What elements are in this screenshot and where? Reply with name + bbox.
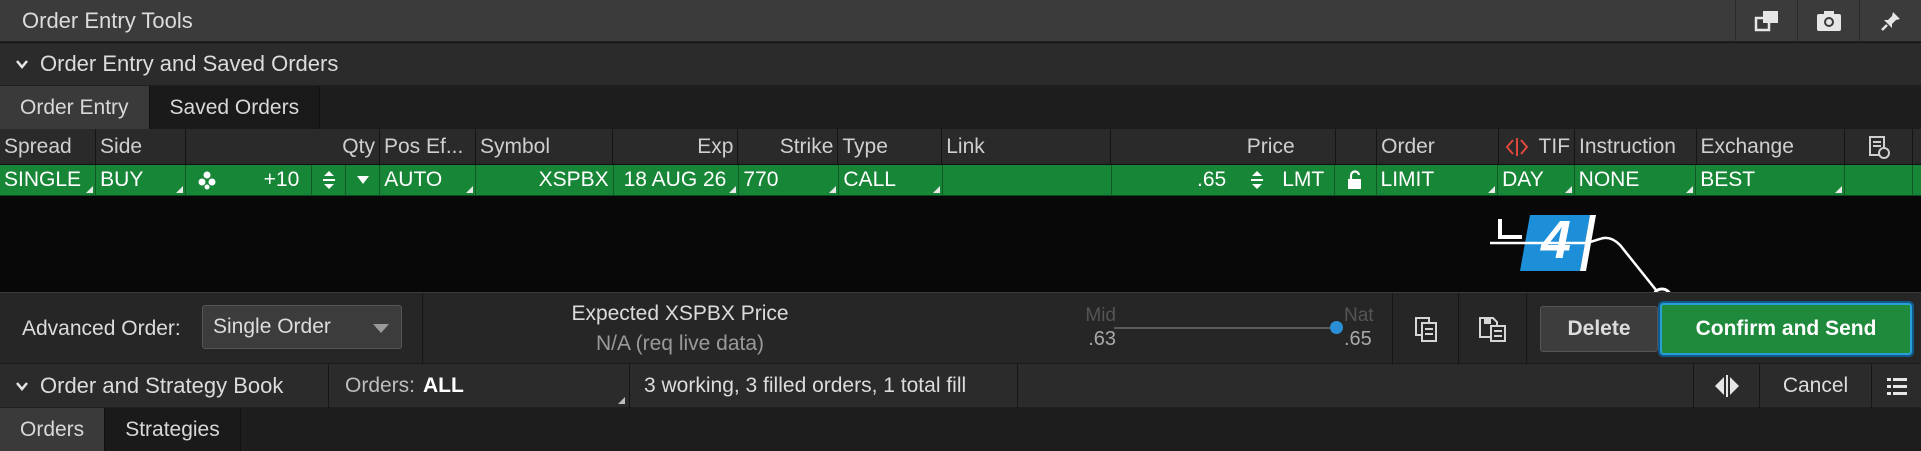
col-tif-label: TIF bbox=[1538, 134, 1571, 158]
cell-order[interactable]: LIMIT bbox=[1376, 165, 1499, 195]
qty-presets-icon[interactable] bbox=[186, 170, 228, 190]
order-entry-section-header[interactable]: Order Entry and Saved Orders bbox=[0, 43, 1921, 86]
pin-icon[interactable] bbox=[1859, 0, 1921, 42]
dropdown-corner-icon bbox=[618, 396, 625, 404]
mid-nat-slider-handle[interactable] bbox=[1330, 321, 1343, 334]
order-entry-tabs: Order Entry Saved Orders bbox=[0, 86, 1921, 129]
qty-stepper-icon[interactable] bbox=[311, 165, 345, 195]
detach-icon[interactable] bbox=[1735, 0, 1797, 42]
mid-price-block: Mid .63 bbox=[1056, 305, 1116, 351]
cancel-button[interactable]: Cancel bbox=[1759, 363, 1871, 408]
split-view-icon[interactable] bbox=[1693, 363, 1759, 408]
col-spread[interactable]: Spread bbox=[0, 129, 97, 164]
delete-button[interactable]: Delete bbox=[1540, 306, 1658, 352]
order-row[interactable]: SINGLE BUY +10 AUTO XSPBX 18 AUG 26 770 … bbox=[0, 165, 1921, 196]
mid-label: Mid bbox=[1085, 305, 1116, 326]
advanced-order-label: Advanced Order: bbox=[22, 317, 181, 340]
save-order-icon[interactable] bbox=[1458, 293, 1524, 365]
order-book-tabs: Orders Strategies bbox=[0, 408, 1921, 451]
step-number: 4 bbox=[1540, 210, 1572, 270]
tab-orders[interactable]: Orders bbox=[0, 408, 106, 451]
mid-nat-slider-track[interactable] bbox=[1114, 327, 1338, 329]
order-toolbar: Advanced Order: Single Order Expected XS… bbox=[0, 292, 1921, 365]
confirm-and-send-button[interactable]: Confirm and Send bbox=[1658, 301, 1914, 357]
cell-spread[interactable]: SINGLE bbox=[0, 165, 97, 195]
col-price[interactable]: Price bbox=[1111, 129, 1336, 164]
nat-label: Nat bbox=[1344, 305, 1374, 326]
cell-price[interactable]: .65 LMT bbox=[1111, 165, 1336, 195]
tab-strategies[interactable]: Strategies bbox=[105, 408, 241, 451]
col-tif[interactable]: TIF bbox=[1499, 129, 1576, 164]
cell-qty[interactable]: +10 bbox=[186, 165, 381, 195]
col-qty[interactable]: Qty bbox=[186, 129, 380, 164]
orders-filter-label: Orders: bbox=[345, 373, 416, 397]
col-link[interactable]: Link bbox=[942, 129, 1111, 164]
col-lock bbox=[1336, 129, 1378, 164]
orders-filter[interactable]: Orders: ALL bbox=[329, 364, 629, 408]
split-icon bbox=[1505, 137, 1528, 156]
qty-value[interactable]: +10 bbox=[228, 168, 311, 192]
price-type[interactable]: LMT bbox=[1274, 168, 1334, 192]
chevron-down-icon bbox=[373, 324, 389, 333]
cell-type[interactable]: CALL bbox=[839, 165, 944, 195]
section-label: Order Entry and Saved Orders bbox=[40, 51, 339, 76]
order-book-section-header: Order and Strategy Book Orders: ALL 3 wo… bbox=[0, 363, 1921, 408]
order-grid-header: Spread Side Qty Pos Ef... Symbol Exp Str… bbox=[0, 129, 1921, 165]
menu-list-icon[interactable] bbox=[1871, 363, 1921, 408]
col-type[interactable]: Type bbox=[838, 129, 943, 164]
col-instruction[interactable]: Instruction bbox=[1575, 129, 1697, 164]
price-stepper-icon[interactable] bbox=[1240, 165, 1274, 195]
col-exp[interactable]: Exp bbox=[613, 129, 739, 164]
customize-columns-icon[interactable] bbox=[1845, 129, 1913, 164]
cell-instruction[interactable]: NONE bbox=[1574, 165, 1697, 195]
expected-price-title: Expected XSPBX Price bbox=[571, 302, 789, 325]
unlock-icon[interactable] bbox=[1335, 165, 1377, 195]
cell-strike[interactable]: 770 bbox=[739, 165, 840, 195]
copy-order-icon[interactable] bbox=[1392, 293, 1458, 365]
orders-filter-value: ALL bbox=[423, 373, 464, 397]
col-strike[interactable]: Strike bbox=[738, 129, 839, 164]
col-order[interactable]: Order bbox=[1377, 129, 1499, 164]
expected-price-value: N/A (req live data) bbox=[595, 332, 765, 355]
col-exchange[interactable]: Exchange bbox=[1697, 129, 1846, 164]
qty-dropdown-icon[interactable] bbox=[345, 165, 379, 195]
section-label[interactable]: Order and Strategy Book bbox=[40, 373, 328, 399]
title-bar: Order Entry Tools bbox=[0, 0, 1921, 42]
cell-exchange[interactable]: BEST bbox=[1696, 165, 1846, 195]
row-filler bbox=[1913, 165, 1921, 195]
cell-blank bbox=[1845, 165, 1914, 195]
cell-symbol[interactable]: XSPBX bbox=[476, 165, 614, 195]
cell-pos-effect[interactable]: AUTO bbox=[380, 165, 477, 195]
col-side[interactable]: Side bbox=[96, 129, 187, 164]
price-value[interactable]: .65 bbox=[1112, 168, 1240, 192]
camera-icon[interactable] bbox=[1797, 0, 1859, 42]
chevron-down-icon bbox=[16, 60, 28, 69]
chevron-down-icon[interactable] bbox=[14, 378, 30, 394]
advanced-order-value: Single Order bbox=[213, 315, 331, 338]
toolbar-divider bbox=[1526, 293, 1527, 365]
cell-tif[interactable]: DAY bbox=[1498, 165, 1575, 195]
col-pos-effect[interactable]: Pos Ef... bbox=[380, 129, 476, 164]
header-filler bbox=[1913, 129, 1921, 164]
toolbar-divider bbox=[422, 293, 423, 365]
mid-value: .63 bbox=[1088, 328, 1116, 350]
tab-saved-orders[interactable]: Saved Orders bbox=[149, 86, 321, 129]
cell-exp[interactable]: 18 AUG 26 bbox=[613, 165, 740, 195]
advanced-order-select[interactable]: Single Order bbox=[202, 305, 402, 349]
cell-link[interactable] bbox=[943, 165, 1112, 195]
expected-price-block: Expected XSPBX Price N/A (req live data) bbox=[520, 299, 840, 359]
orders-summary: 3 working, 3 filled orders, 1 total fill bbox=[630, 363, 1018, 408]
nat-value: .65 bbox=[1344, 328, 1372, 350]
window-title: Order Entry Tools bbox=[22, 7, 193, 33]
tab-order-entry[interactable]: Order Entry bbox=[0, 86, 150, 129]
cell-side[interactable]: BUY bbox=[96, 165, 187, 195]
col-symbol[interactable]: Symbol bbox=[476, 129, 614, 164]
nat-price-block: Nat .65 bbox=[1344, 305, 1380, 351]
